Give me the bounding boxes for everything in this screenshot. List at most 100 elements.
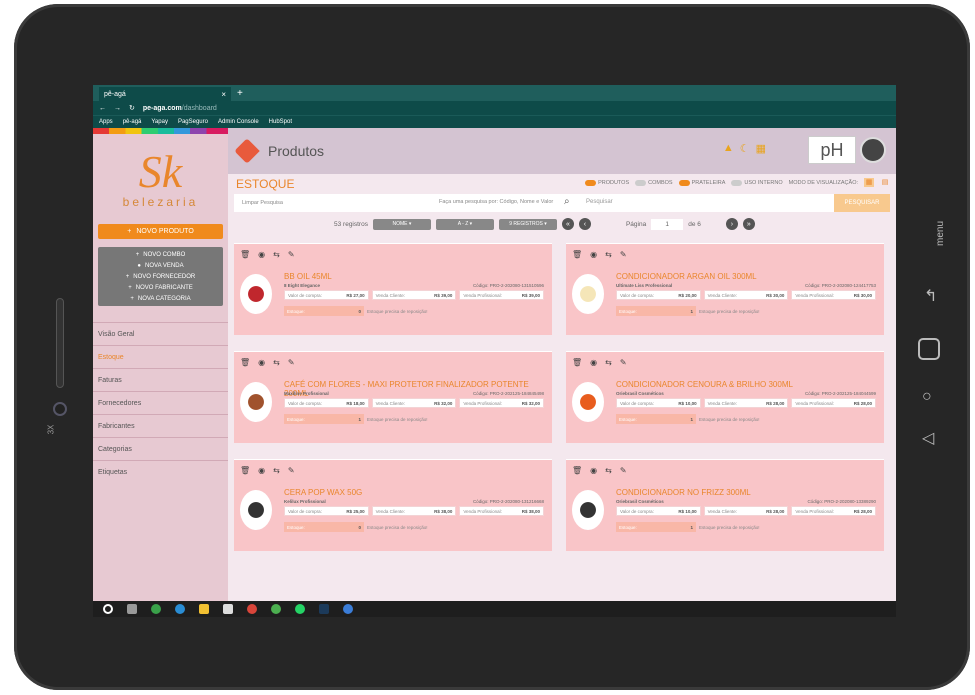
reload-icon[interactable]: ↻: [129, 104, 135, 112]
bell-icon[interactable]: ▲: [723, 142, 734, 155]
search-hw-icon[interactable]: ○: [922, 388, 932, 406]
chrome-icon[interactable]: [247, 604, 257, 614]
sort-order-dropdown[interactable]: A - Z ▾: [435, 218, 494, 230]
toggle-products[interactable]: PRODUTOS: [585, 179, 629, 186]
product-name[interactable]: BB OIL 45ML: [284, 272, 544, 281]
product-code: Código: PRO-2-202080-131510596: [472, 283, 544, 288]
product-name[interactable]: CONDICIONADOR NO FRIZZ 300ML: [616, 488, 876, 497]
pencil-icon[interactable]: ✎: [620, 250, 627, 259]
trash-icon[interactable]: 🗑: [572, 466, 582, 475]
eye-icon[interactable]: ◉: [258, 250, 265, 259]
new-manufacturer-button[interactable]: + NOVO FABRICANTE: [98, 282, 223, 293]
stock-count: 0: [358, 524, 361, 530]
eye-icon[interactable]: ◉: [590, 250, 597, 259]
forward-arrow-icon[interactable]: →: [114, 105, 121, 112]
transfer-icon[interactable]: ⇆: [605, 250, 612, 259]
browser-tab[interactable]: pê-agá ×: [99, 87, 231, 101]
start-icon[interactable]: [103, 604, 113, 614]
table-view-icon[interactable]: ▤: [880, 178, 890, 187]
eye-icon[interactable]: ◉: [590, 358, 597, 367]
trash-icon[interactable]: 🗑: [572, 358, 582, 367]
toggle-internal-use[interactable]: USO INTERNO: [731, 179, 783, 186]
pencil-icon[interactable]: ✎: [620, 358, 627, 367]
product-name[interactable]: CONDICIONADOR ARGAN OIL 300ML: [616, 272, 876, 281]
url-path: /dashboard: [181, 104, 217, 112]
back-icon[interactable]: ↰: [924, 286, 937, 306]
new-tab-icon[interactable]: +: [237, 87, 243, 101]
folder-icon[interactable]: [199, 604, 209, 614]
photoshop-icon[interactable]: [319, 604, 329, 614]
per-page-dropdown[interactable]: 9 REGISTROS ▾: [498, 218, 557, 230]
transfer-icon[interactable]: ⇆: [605, 466, 612, 475]
first-page-icon[interactable]: «: [561, 218, 574, 230]
new-supplier-button[interactable]: + NOVO FORNECEDOR: [98, 271, 223, 282]
transfer-icon[interactable]: ⇆: [273, 358, 280, 367]
address-bar[interactable]: ← → ↻ pe-aga.com/dashboard: [93, 101, 896, 115]
bookmark[interactable]: pê-agá: [123, 119, 142, 125]
pencil-icon[interactable]: ✎: [288, 358, 295, 367]
trash-icon[interactable]: 🗑: [240, 250, 250, 259]
trash-icon[interactable]: 🗑: [240, 466, 250, 475]
product-name[interactable]: CERA POP WAX 50G: [284, 488, 544, 497]
nav-back-icon[interactable]: ◁: [922, 428, 934, 448]
view-mode-label: MODO DE VISUALIZAÇÃO:: [788, 179, 858, 186]
url[interactable]: pe-aga.com/dashboard: [143, 105, 217, 112]
transfer-icon[interactable]: ⇆: [273, 466, 280, 475]
eye-icon[interactable]: ◉: [258, 466, 265, 475]
new-category-button[interactable]: + NOVA CATEGORIA: [98, 293, 223, 304]
home-button-icon[interactable]: [918, 338, 940, 360]
clear-search-link[interactable]: Limpar Pesquisa: [242, 200, 283, 206]
grid-icon[interactable]: ▦: [756, 142, 766, 155]
sidebar-item-categories[interactable]: Categorias: [93, 437, 228, 460]
stock-row: Estoque: 1 Estoque precisa de reposição!: [616, 522, 760, 532]
prev-page-icon[interactable]: ‹: [578, 218, 591, 230]
next-page-icon[interactable]: ›: [725, 218, 738, 230]
store-icon[interactable]: [223, 604, 233, 614]
trash-icon[interactable]: 🗑: [240, 358, 250, 367]
bookmark[interactable]: HubSpot: [269, 119, 292, 125]
pencil-icon[interactable]: ✎: [288, 250, 295, 259]
transfer-icon[interactable]: ⇆: [273, 250, 280, 259]
task-view-icon[interactable]: [127, 604, 137, 614]
page-input[interactable]: 1: [651, 218, 684, 230]
new-combo-button[interactable]: + NOVO COMBO: [98, 249, 223, 260]
sidebar-item-invoices[interactable]: Faturas: [93, 368, 228, 391]
sidebar-item-stock[interactable]: Estoque: [93, 345, 228, 368]
transfer-icon[interactable]: ⇆: [605, 358, 612, 367]
whatsapp-icon[interactable]: [295, 604, 305, 614]
chrome-icon[interactable]: [271, 604, 281, 614]
search-input[interactable]: Pesquisar: [586, 199, 613, 205]
bookmark[interactable]: Apps: [99, 119, 113, 125]
eye-icon[interactable]: ◉: [590, 466, 597, 475]
grid-view-icon[interactable]: ▦: [864, 178, 874, 187]
pencil-icon[interactable]: ✎: [288, 466, 295, 475]
trash-icon[interactable]: 🗑: [572, 250, 582, 259]
sidebar-item-manufacturers[interactable]: Fabricantes: [93, 414, 228, 437]
bookmark[interactable]: Admin Console: [218, 119, 259, 125]
sidebar-item-suppliers[interactable]: Fornecedores: [93, 391, 228, 414]
back-arrow-icon[interactable]: ←: [99, 105, 106, 112]
avatar[interactable]: [860, 137, 886, 163]
moon-icon[interactable]: ☾: [740, 142, 750, 155]
price-row: Valor de compra: R$ 20,00 Venda Cliente: R…: [616, 290, 877, 300]
bookmark[interactable]: Yapay: [151, 119, 168, 125]
label: Valor de compra:: [620, 292, 654, 298]
new-sale-button[interactable]: ● NOVA VENDA: [98, 260, 223, 271]
last-page-icon[interactable]: »: [742, 218, 755, 230]
search-button[interactable]: PESQUISAR: [834, 194, 890, 212]
pencil-icon[interactable]: ✎: [620, 466, 627, 475]
sort-by-dropdown[interactable]: NOME ▾: [372, 218, 431, 230]
edge-icon[interactable]: [175, 604, 185, 614]
chrome-icon[interactable]: [151, 604, 161, 614]
bookmark[interactable]: PagSeguro: [178, 119, 208, 125]
sidebar-item-labels[interactable]: Etiquetas: [93, 460, 228, 483]
chrome-icon[interactable]: [343, 604, 353, 614]
product-name[interactable]: CONDICIONADOR CENOURA & BRILHO 300ML: [616, 380, 876, 389]
purchase-price: Valor de compra: R$ 10,00: [616, 398, 701, 408]
eye-icon[interactable]: ◉: [258, 358, 265, 367]
close-icon[interactable]: ×: [221, 90, 226, 99]
new-product-button[interactable]: + NOVO PRODUTO: [98, 224, 223, 239]
toggle-shelf[interactable]: PRATELEIRA: [678, 179, 725, 186]
toggle-combos[interactable]: COMBOS: [635, 179, 673, 186]
sidebar-item-overview[interactable]: Visão Geral: [93, 322, 228, 345]
